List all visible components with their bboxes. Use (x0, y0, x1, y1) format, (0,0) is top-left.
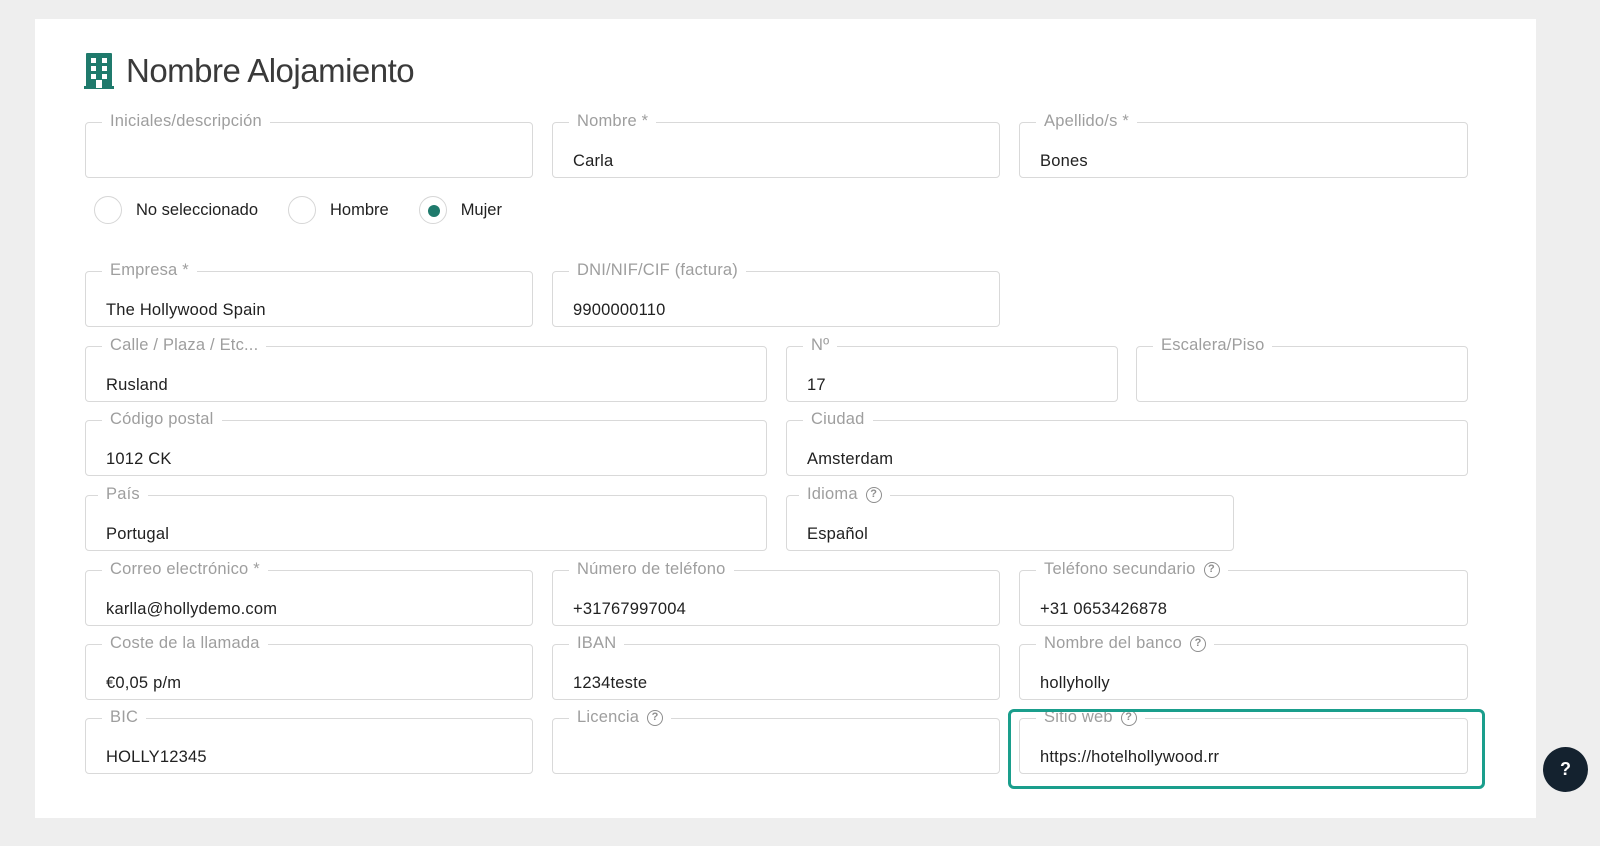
street-number-label: Nº (803, 336, 838, 355)
license-label: Licencia? (569, 708, 672, 727)
company-value: The Hollywood Spain (106, 301, 266, 319)
call-cost-value: €0,05 p/m (106, 674, 182, 692)
phone-value: +31767997004 (573, 600, 686, 618)
gender-option-female[interactable]: Mujer (418, 196, 502, 224)
license-help-icon[interactable]: ? (647, 709, 664, 726)
company-field[interactable]: Empresa * The Hollywood Spain (85, 261, 533, 327)
postal-code-label: Código postal (102, 410, 222, 429)
phone-label: Número de teléfono (569, 560, 734, 579)
bic-label: BIC (102, 708, 147, 727)
language-value: Español (807, 525, 869, 543)
email-value: karlla@hollydemo.com (106, 600, 278, 618)
city-value: Amsterdam (807, 450, 894, 468)
phone-field[interactable]: Número de teléfono +31767997004 (552, 560, 1000, 626)
bank-name-help-icon[interactable]: ? (1190, 635, 1207, 652)
first-name-label: Nombre * (569, 112, 657, 131)
tax-id-label: DNI/NIF/CIF (factura) (569, 261, 746, 280)
street-label: Calle / Plaza / Etc... (102, 336, 267, 355)
gender-label-female: Mujer (460, 200, 502, 219)
email-label: Correo electrónico * (102, 560, 268, 579)
last-name-field[interactable]: Apellido/s * Bones (1019, 112, 1468, 178)
street-value: Rusland (106, 376, 168, 394)
gender-radio-none[interactable] (94, 196, 122, 224)
tax-id-value: 9900000110 (573, 301, 666, 319)
tax-id-field[interactable]: DNI/NIF/CIF (factura) 9900000110 (552, 261, 1000, 327)
page-title: Nombre Alojamiento (126, 52, 415, 89)
building-icon (84, 53, 114, 89)
floor-label: Escalera/Piso (1153, 336, 1273, 355)
secondary-phone-field[interactable]: Teléfono secundario? +31 0653426878 (1019, 560, 1468, 626)
first-name-field[interactable]: Nombre * Carla (552, 112, 1000, 178)
initials-field[interactable]: Iniciales/descripción (85, 112, 533, 178)
country-value: Portugal (106, 525, 170, 543)
last-name-label: Apellido/s * (1036, 112, 1137, 131)
street-field[interactable]: Calle / Plaza / Etc... Rusland (85, 336, 767, 402)
iban-label: IBAN (569, 634, 625, 653)
street-number-value: 17 (807, 376, 826, 394)
gender-label-none: No seleccionado (136, 200, 258, 219)
gender-radio-male[interactable] (288, 196, 316, 224)
gender-radio-group: No seleccionado Hombre Mujer (94, 196, 532, 224)
gender-option-none[interactable]: No seleccionado (94, 196, 258, 224)
page-header: Nombre Alojamiento (84, 52, 415, 90)
call-cost-label: Coste de la llamada (102, 634, 268, 653)
bic-value: HOLLY12345 (106, 748, 207, 766)
help-fab-label: ? (1560, 759, 1571, 779)
last-name-value: Bones (1040, 152, 1088, 170)
secondary-phone-value: +31 0653426878 (1040, 600, 1168, 618)
license-field[interactable]: Licencia? (552, 708, 1000, 774)
street-number-field[interactable]: Nº 17 (786, 336, 1118, 402)
initials-label: Iniciales/descripción (102, 112, 270, 131)
gender-option-male[interactable]: Hombre (288, 196, 389, 224)
iban-value: 1234teste (573, 674, 648, 692)
website-highlight-box (1008, 709, 1485, 789)
gender-radio-female[interactable] (418, 196, 447, 224)
city-field[interactable]: Ciudad Amsterdam (786, 410, 1468, 476)
bank-name-field[interactable]: Nombre del banco? hollyholly (1019, 634, 1468, 700)
call-cost-field[interactable]: Coste de la llamada €0,05 p/m (85, 634, 533, 700)
secondary-phone-help-icon[interactable]: ? (1203, 561, 1220, 578)
language-help-icon[interactable]: ? (865, 486, 882, 503)
city-label: Ciudad (803, 410, 873, 429)
postal-code-value: 1012 CK (106, 450, 172, 468)
email-field[interactable]: Correo electrónico * karlla@hollydemo.co… (85, 560, 533, 626)
bank-name-value: hollyholly (1040, 674, 1110, 692)
first-name-value: Carla (573, 152, 614, 170)
language-select[interactable]: Idioma? Español (786, 485, 1234, 551)
bic-field[interactable]: BIC HOLLY12345 (85, 708, 533, 774)
floor-field[interactable]: Escalera/Piso (1136, 336, 1468, 402)
iban-field[interactable]: IBAN 1234teste (552, 634, 1000, 700)
country-label: País (98, 485, 148, 504)
postal-code-field[interactable]: Código postal 1012 CK (85, 410, 767, 476)
country-select[interactable]: País Portugal (85, 485, 767, 551)
company-label: Empresa * (102, 261, 197, 280)
gender-label-male: Hombre (330, 200, 389, 219)
bank-name-label: Nombre del banco? (1036, 634, 1215, 653)
help-chat-button[interactable]: ? (1543, 747, 1588, 792)
secondary-phone-label: Teléfono secundario? (1036, 560, 1228, 579)
language-label: Idioma? (799, 485, 890, 504)
